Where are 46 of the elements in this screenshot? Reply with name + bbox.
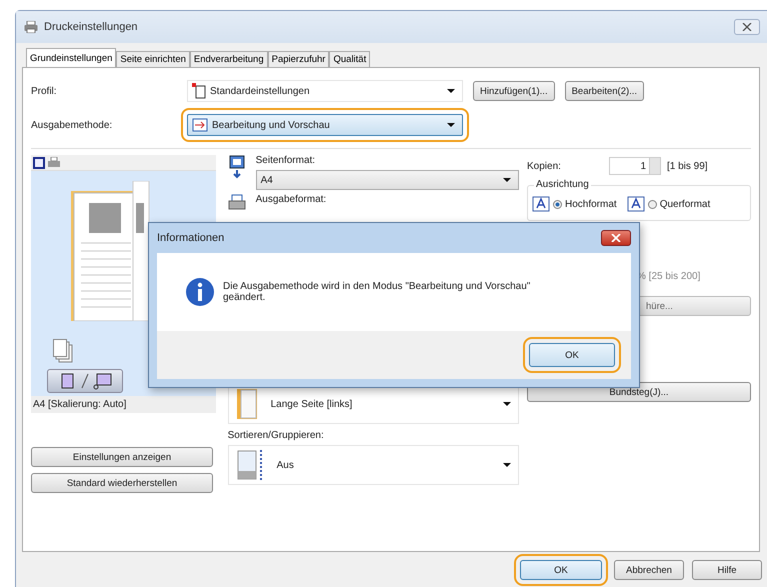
info-icon bbox=[185, 277, 215, 307]
printer-icon bbox=[24, 21, 38, 33]
orientation-option[interactable]: Hochformat bbox=[532, 196, 617, 212]
collate-label: Sortieren/Gruppieren: bbox=[228, 430, 325, 441]
dialog-button[interactable]: Abbrechen bbox=[614, 560, 684, 580]
close-icon bbox=[611, 234, 621, 242]
dialog-message: Die Ausgabemethode wird in den Modus "Bearbeitung und Vorschau" geändert. bbox=[223, 281, 532, 303]
output-method-label: Ausgabemethode: bbox=[31, 120, 114, 130]
tab[interactable]: Papierzufuhr bbox=[268, 51, 330, 67]
preview-document-icon bbox=[192, 118, 208, 132]
collate-dropdown[interactable]: Aus bbox=[228, 445, 519, 485]
tab[interactable]: Endverarbeitung bbox=[190, 51, 268, 67]
copies-label: Kopien: bbox=[527, 160, 562, 172]
orientation-title: Ausrichtung bbox=[534, 179, 591, 190]
dialog-title: Informationen bbox=[157, 232, 224, 244]
page-stack-icon bbox=[236, 449, 263, 481]
preview-caption: A4 [Skalierung: Auto] bbox=[31, 396, 216, 413]
profile-label: Profil: bbox=[31, 86, 58, 96]
profile-button[interactable]: Hinzufügen(1)... bbox=[473, 81, 555, 101]
page-size-label: Seitenformat: bbox=[256, 155, 316, 166]
orientation-option[interactable]: Querformat bbox=[626, 196, 710, 212]
page-view-icon[interactable] bbox=[33, 156, 45, 168]
close-button[interactable] bbox=[734, 19, 760, 35]
window-title: Druckeinstellungen bbox=[44, 21, 138, 33]
tab[interactable]: Seite einrichten bbox=[116, 51, 190, 67]
close-button[interactable] bbox=[601, 230, 631, 246]
copies-spinner[interactable]: 1 bbox=[609, 157, 661, 175]
page-edge-icon bbox=[236, 389, 257, 419]
profile-button[interactable]: Bearbeiten(2)... bbox=[564, 81, 644, 101]
output-size-label: Ausgabeformat: bbox=[256, 194, 328, 205]
letter-a-icon bbox=[532, 196, 550, 212]
profile-dropdown[interactable]: Standardeinstellungen bbox=[187, 80, 463, 102]
preview-button[interactable]: Standard wiederherstellen bbox=[31, 473, 213, 493]
copies-stack-icon bbox=[53, 339, 73, 363]
printer-icon bbox=[228, 194, 246, 212]
document-icon bbox=[192, 83, 206, 99]
dialog-button[interactable]: Hilfe bbox=[692, 560, 762, 580]
layout-toggle-button[interactable] bbox=[47, 369, 123, 393]
tab[interactable]: Qualität bbox=[329, 51, 370, 67]
tab[interactable]: Grundeinstellungen bbox=[26, 48, 116, 67]
page-size-icon bbox=[228, 155, 246, 179]
preview-button[interactable]: Einstellungen anzeigen bbox=[31, 447, 213, 467]
close-icon bbox=[742, 23, 752, 31]
page-size-dropdown[interactable]: A4 bbox=[256, 170, 519, 190]
copies-range: [1 bis 99] bbox=[667, 160, 708, 172]
letter-a-icon bbox=[626, 196, 645, 212]
